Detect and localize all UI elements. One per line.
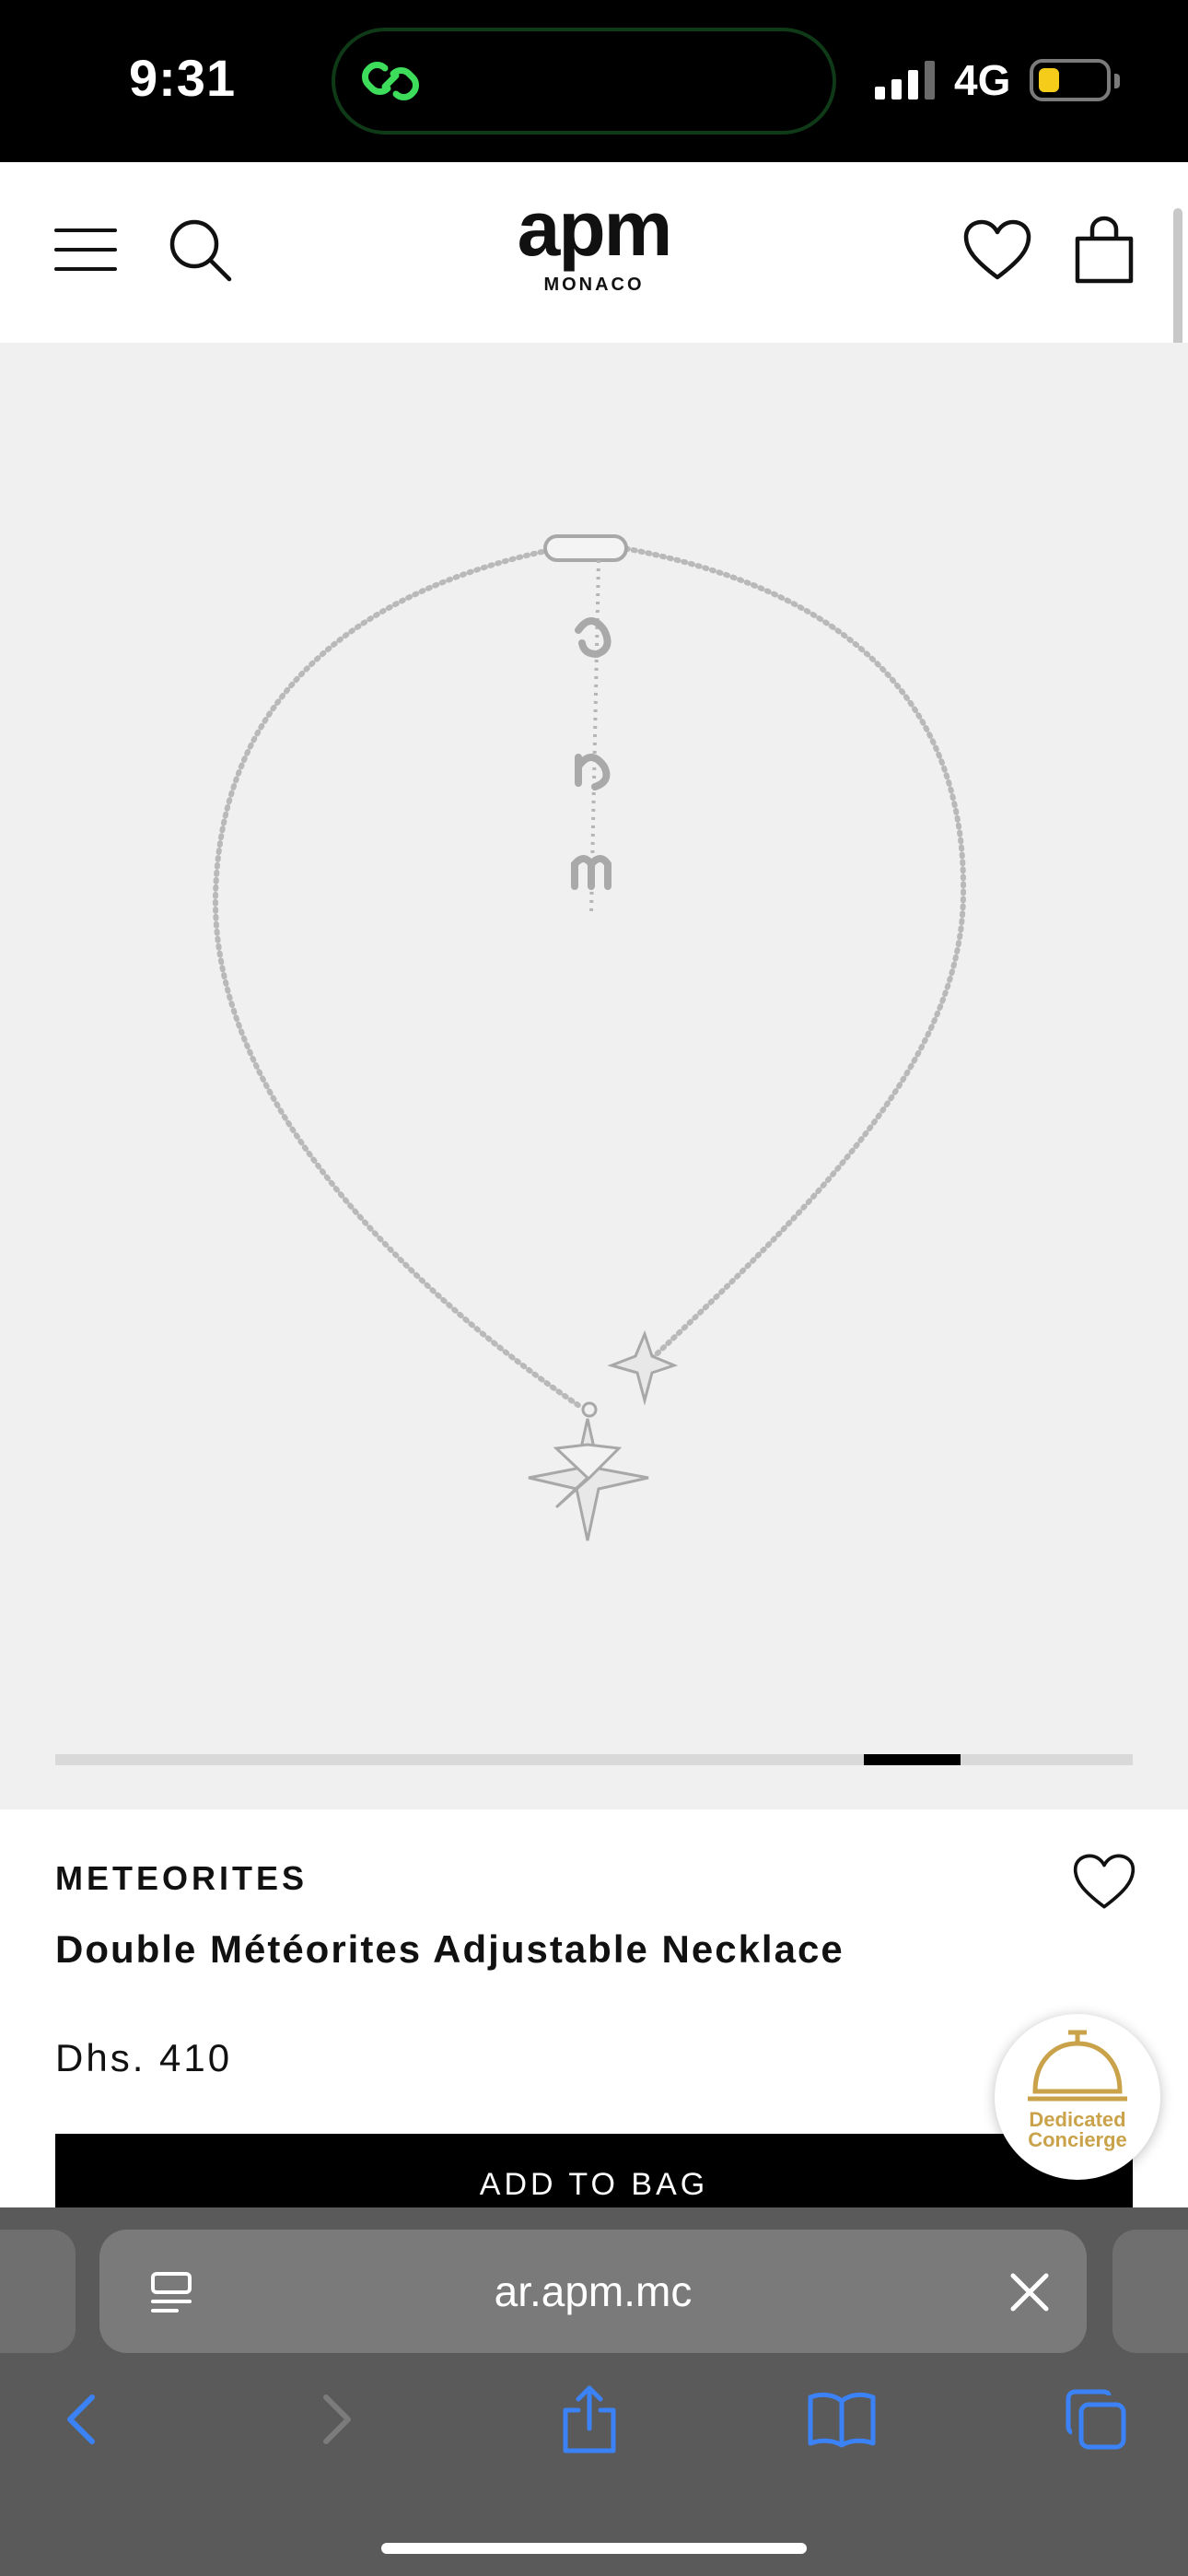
menu-icon [54,228,117,271]
share-button[interactable] [549,2379,630,2460]
bag-button[interactable] [1063,208,1146,291]
status-time: 9:31 [129,49,237,107]
product-title: Double Météorites Adjustable Necklace [55,1927,844,1971]
tabs-button[interactable] [1055,2379,1136,2460]
carousel-progress-indicator [863,1754,961,1765]
link-activity-icon [362,62,419,100]
bookmarks-icon [808,2392,876,2448]
service-bell-icon [1028,2030,1127,2102]
necklace-image [212,534,967,1541]
tabs-icon [1066,2389,1126,2450]
cellular-signal-icon [875,61,935,100]
forward-icon [323,2395,351,2444]
site-header: apm MONACO [0,162,1188,345]
previous-tab-preview[interactable] [0,2230,76,2353]
battery-icon [1030,59,1120,101]
search-button[interactable] [158,208,241,291]
product-image-carousel[interactable] [0,343,1188,1809]
wishlist-button[interactable] [956,208,1039,291]
bag-icon [1075,216,1134,284]
url-text: ar.apm.mc [494,2267,693,2315]
search-icon [169,219,232,282]
concierge-button[interactable]: Dedicated Concierge [995,2014,1160,2180]
dynamic-island [332,28,836,135]
bookmarks-button[interactable] [801,2379,882,2460]
concierge-label: Dedicated Concierge [1028,2108,1127,2151]
forward-button[interactable] [297,2379,378,2460]
add-to-bag-button[interactable]: ADD TO BAG [55,2134,1133,2207]
back-button[interactable] [41,2379,122,2460]
menu-button[interactable] [44,208,127,291]
brand-name: apm [517,185,673,272]
add-to-wishlist-heart-icon[interactable] [1072,1852,1136,1911]
home-indicator[interactable] [381,2543,807,2554]
browser-bottom-bar: ar.apm.mc [0,2207,1188,2576]
share-icon [563,2385,616,2453]
brand-subtitle: MONACO [543,275,645,295]
close-icon[interactable] [1004,2266,1055,2318]
heart-icon [963,219,1031,280]
product-price: Dhs. 410 [55,2036,233,2079]
status-bar: 9:31 4G [0,0,1188,162]
brand-logo[interactable]: apm MONACO [502,190,686,310]
carousel-progress-track [55,1754,1133,1765]
back-icon [67,2395,95,2444]
network-type: 4G [954,56,1011,104]
next-tab-preview[interactable] [1112,2230,1188,2353]
address-bar[interactable]: ar.apm.mc [99,2230,1087,2353]
product-collection[interactable]: METEORITES [55,1859,308,1898]
